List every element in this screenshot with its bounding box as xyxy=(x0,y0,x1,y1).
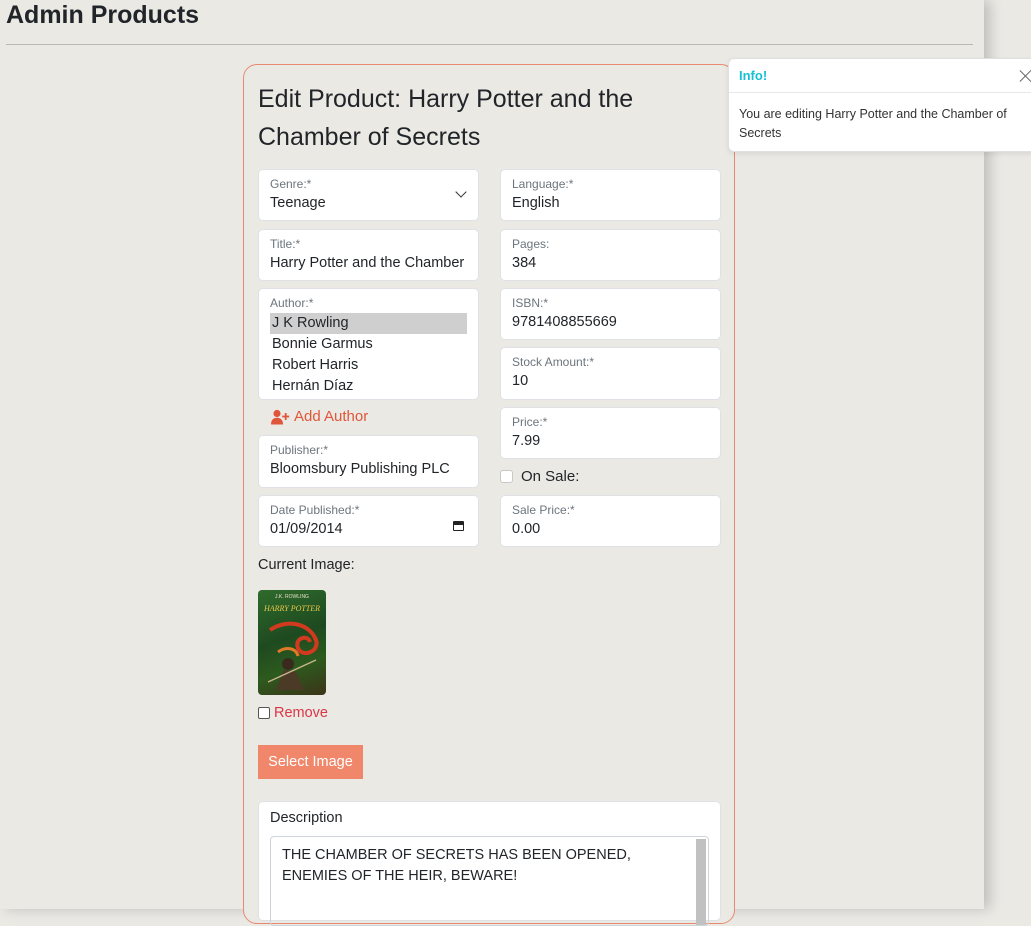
publisher-label: Publisher:* xyxy=(270,443,329,457)
date-published-value: 01/09/2014 xyxy=(270,521,343,537)
on-sale-row: On Sale: xyxy=(500,468,579,485)
genre-label: Genre:* xyxy=(270,177,312,191)
date-published-field[interactable]: Date Published:* 01/09/2014 xyxy=(258,495,479,547)
pages-value: 384 xyxy=(512,255,537,271)
calendar-icon[interactable] xyxy=(453,521,464,531)
genre-select[interactable]: Genre:* Teenage xyxy=(258,169,479,221)
remove-image-row: Remove xyxy=(258,705,328,721)
current-image-label: Current Image: xyxy=(258,557,355,573)
cover-author-text: J.K. ROWLING xyxy=(275,594,309,600)
author-option-selected[interactable]: J K Rowling xyxy=(270,313,467,334)
add-author-button[interactable]: Add Author xyxy=(271,408,368,425)
description-scrollbar[interactable] xyxy=(696,839,706,925)
stock-amount-value: 10 xyxy=(512,373,529,389)
stock-amount-label: Stock Amount:* xyxy=(512,355,595,369)
isbn-value: 9781408855669 xyxy=(512,314,617,330)
toast-title: Info! xyxy=(739,68,768,83)
form-heading: Edit Product: Harry Potter and the Chamb… xyxy=(258,85,634,151)
pages-field[interactable]: Pages: 384 xyxy=(500,229,721,281)
description-text: THE CHAMBER OF SECRETS HAS BEEN OPENED, … xyxy=(282,847,631,884)
toast-message: You are editing Harry Potter and the Cha… xyxy=(739,107,1007,140)
publisher-field[interactable]: Publisher:* Bloomsbury Publishing PLC xyxy=(258,435,479,488)
title-value: Harry Potter and the Chamber of Secrets xyxy=(270,255,467,271)
remove-image-label[interactable]: Remove xyxy=(274,705,328,721)
sale-price-label: Sale Price:* xyxy=(512,503,575,517)
isbn-label: ISBN:* xyxy=(512,296,549,310)
user-plus-icon xyxy=(271,409,290,424)
price-field[interactable]: Price:* 7.99 xyxy=(500,407,721,459)
title-label: Title:* xyxy=(270,237,301,251)
language-label: Language:* xyxy=(512,177,574,191)
price-value: 7.99 xyxy=(512,433,541,449)
stock-amount-field[interactable]: Stock Amount:* 10 xyxy=(500,347,721,400)
add-author-label: Add Author xyxy=(294,408,369,425)
description-textarea[interactable]: THE CHAMBER OF SECRETS HAS BEEN OPENED, … xyxy=(270,836,709,926)
description-card: Description THE CHAMBER OF SECRETS HAS B… xyxy=(258,801,721,926)
pages-label: Pages: xyxy=(512,237,550,251)
title-divider xyxy=(6,44,973,45)
language-value: English xyxy=(512,195,560,211)
on-sale-checkbox[interactable] xyxy=(500,470,513,483)
title-field[interactable]: Title:* Harry Potter and the Chamber of … xyxy=(258,229,479,281)
cover-title-text: HARRY POTTER xyxy=(263,604,320,613)
isbn-field[interactable]: ISBN:* 9781408855669 xyxy=(500,288,721,340)
page-title: Admin Products xyxy=(6,1,200,29)
author-option[interactable]: Bonnie Garmus xyxy=(270,334,467,355)
language-field[interactable]: Language:* English xyxy=(500,169,721,221)
info-toast: Info! You are editing Harry Potter and t… xyxy=(728,58,1031,152)
author-option[interactable]: Robert Harris xyxy=(270,355,467,376)
genre-value: Teenage xyxy=(270,195,326,211)
author-options: J K Rowling Bonnie Garmus Robert Harris … xyxy=(270,313,467,397)
author-listbox[interactable]: Author:* J K Rowling Bonnie Garmus Rober… xyxy=(258,288,479,400)
publisher-value: Bloomsbury Publishing PLC xyxy=(270,461,450,477)
remove-image-checkbox[interactable] xyxy=(258,707,270,719)
book-cover-image: J.K. ROWLING HARRY POTTER xyxy=(258,590,326,695)
close-icon[interactable] xyxy=(1018,68,1031,84)
author-label: Author:* xyxy=(270,296,314,310)
select-image-button[interactable]: Select Image xyxy=(258,745,363,779)
author-option[interactable]: Hernán Díaz xyxy=(270,376,467,397)
on-sale-label: On Sale: xyxy=(521,468,580,485)
toast-header: Info! xyxy=(729,59,1031,93)
sale-price-value: 0.00 xyxy=(512,521,541,537)
description-label: Description xyxy=(270,810,343,826)
sale-price-field[interactable]: Sale Price:* 0.00 xyxy=(500,495,721,547)
price-label: Price:* xyxy=(512,415,548,429)
date-published-label: Date Published:* xyxy=(270,503,360,517)
